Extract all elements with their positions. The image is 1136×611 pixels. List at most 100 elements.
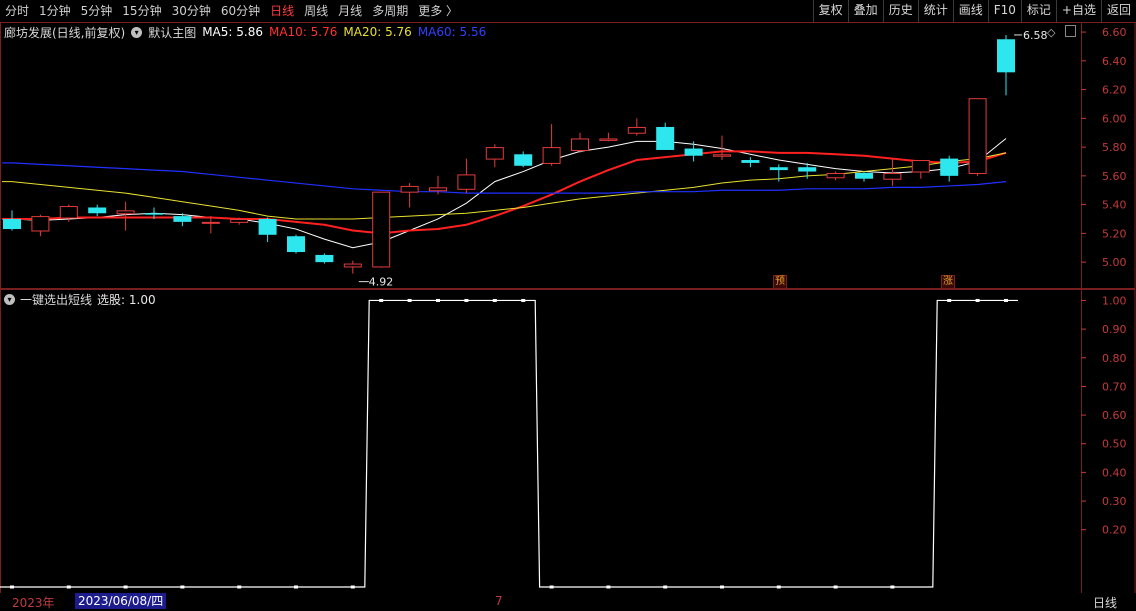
candle — [343, 260, 362, 274]
main-y-tick-label: 6.60 — [1102, 26, 1127, 39]
sub-y-tick-label: 0.70 — [1102, 380, 1127, 393]
candle — [997, 34, 1015, 96]
sub-y-tick-label: 0.90 — [1102, 323, 1127, 336]
signal-point — [606, 585, 611, 589]
rise-marker[interactable]: 涨 — [941, 275, 955, 289]
main-y-tick-label: 5.60 — [1102, 170, 1127, 183]
main-y-tick-label: 6.00 — [1102, 112, 1127, 125]
signal-point — [890, 585, 895, 589]
signal-point — [237, 585, 242, 589]
candle-body — [883, 172, 902, 180]
candle-body — [31, 216, 50, 232]
cursor-date: 2023/06/08/四 — [75, 593, 167, 609]
candle-body — [542, 147, 561, 164]
candle-body — [627, 126, 646, 134]
sub-y-tick-label: 0.40 — [1102, 466, 1127, 479]
candle — [287, 234, 305, 254]
candle-body — [145, 213, 163, 215]
candle-body — [855, 172, 873, 179]
candle — [627, 118, 646, 136]
signal-point — [492, 298, 497, 302]
candle-body — [684, 148, 703, 156]
candle-body — [287, 236, 305, 253]
signal-point — [521, 298, 526, 302]
signal-point — [947, 298, 952, 302]
candle — [514, 151, 533, 168]
candle-body — [173, 216, 192, 222]
candle-body — [769, 167, 788, 171]
forecast-marker[interactable]: 预 — [773, 275, 787, 289]
signal-point — [350, 585, 355, 589]
candle — [911, 160, 930, 179]
candle-body — [59, 206, 78, 219]
candle-body — [741, 160, 760, 163]
signal-point — [407, 298, 412, 302]
candle-body — [400, 185, 419, 193]
footer-month: 7 — [495, 594, 503, 608]
sub-y-tick-label: 1.00 — [1102, 294, 1127, 307]
signal-point — [294, 585, 298, 589]
candle — [656, 122, 675, 150]
candle — [258, 217, 277, 242]
candle-body — [343, 263, 362, 268]
sub-y-tick-label: 0.20 — [1102, 524, 1127, 537]
sub-y-tick-label: 0.80 — [1102, 352, 1127, 365]
signal-point — [549, 585, 554, 589]
main-y-tick-label: 5.20 — [1102, 227, 1127, 240]
candle-body — [997, 39, 1015, 73]
candle — [116, 201, 135, 231]
candle — [826, 171, 845, 181]
signal-point — [10, 585, 14, 589]
signal-point — [464, 298, 469, 302]
candle-body — [656, 126, 675, 150]
candle-body — [230, 218, 249, 223]
main-y-tick-label: 5.80 — [1102, 141, 1127, 154]
sub-y-tick-label: 0.50 — [1102, 438, 1127, 451]
candle — [315, 253, 334, 264]
high-price-label: 6.58 — [1023, 29, 1048, 42]
main-y-tick-label: 5.40 — [1102, 199, 1127, 212]
signal-point — [1004, 298, 1008, 302]
candle — [542, 124, 561, 166]
candle-body — [798, 167, 817, 172]
signal-point — [975, 298, 980, 302]
signal-point — [180, 585, 185, 589]
sub-panel-frame — [0, 289, 1136, 594]
candle-body — [457, 174, 476, 190]
signal-point — [833, 585, 838, 589]
main-y-tick-label: 6.20 — [1102, 84, 1127, 97]
candle — [968, 98, 987, 176]
signal-point — [379, 298, 384, 302]
candle-body — [968, 98, 987, 174]
candle-body — [372, 191, 391, 268]
signal-point — [436, 298, 440, 302]
candle-body — [940, 158, 959, 176]
sub-y-tick-label: 0.30 — [1102, 495, 1127, 508]
candle-body — [3, 218, 21, 230]
kline-chart[interactable]: 5.00 5.20 5.40 5.60 5.80 6.00 6.20 6.40 6.60 0.20… — [0, 0, 1136, 611]
candle-body — [88, 207, 107, 214]
ma-line-ma10 — [2, 150, 1007, 235]
signal-line — [0, 299, 1018, 588]
candle-body — [571, 138, 589, 151]
ma-line-ma20 — [2, 152, 1007, 220]
candle-body — [116, 210, 135, 215]
signal-point — [776, 585, 781, 589]
candle-body — [713, 154, 731, 157]
signal-point — [123, 585, 128, 589]
footer-period[interactable]: 日线 — [1093, 594, 1117, 611]
candle-body — [514, 154, 533, 166]
candle — [457, 158, 476, 194]
candle — [485, 144, 504, 168]
signal-point — [720, 585, 724, 589]
candle-body — [201, 221, 220, 224]
candle — [400, 183, 419, 208]
signal-point — [66, 585, 71, 589]
signal-point — [663, 585, 668, 589]
candle-body — [826, 172, 845, 179]
footer-bar: 2023年 7 日线 — [0, 593, 1136, 611]
low-price-label: 4.92 — [369, 276, 394, 289]
main-y-tick-label: 5.00 — [1102, 256, 1127, 269]
candle — [571, 132, 589, 153]
candle — [88, 204, 107, 217]
